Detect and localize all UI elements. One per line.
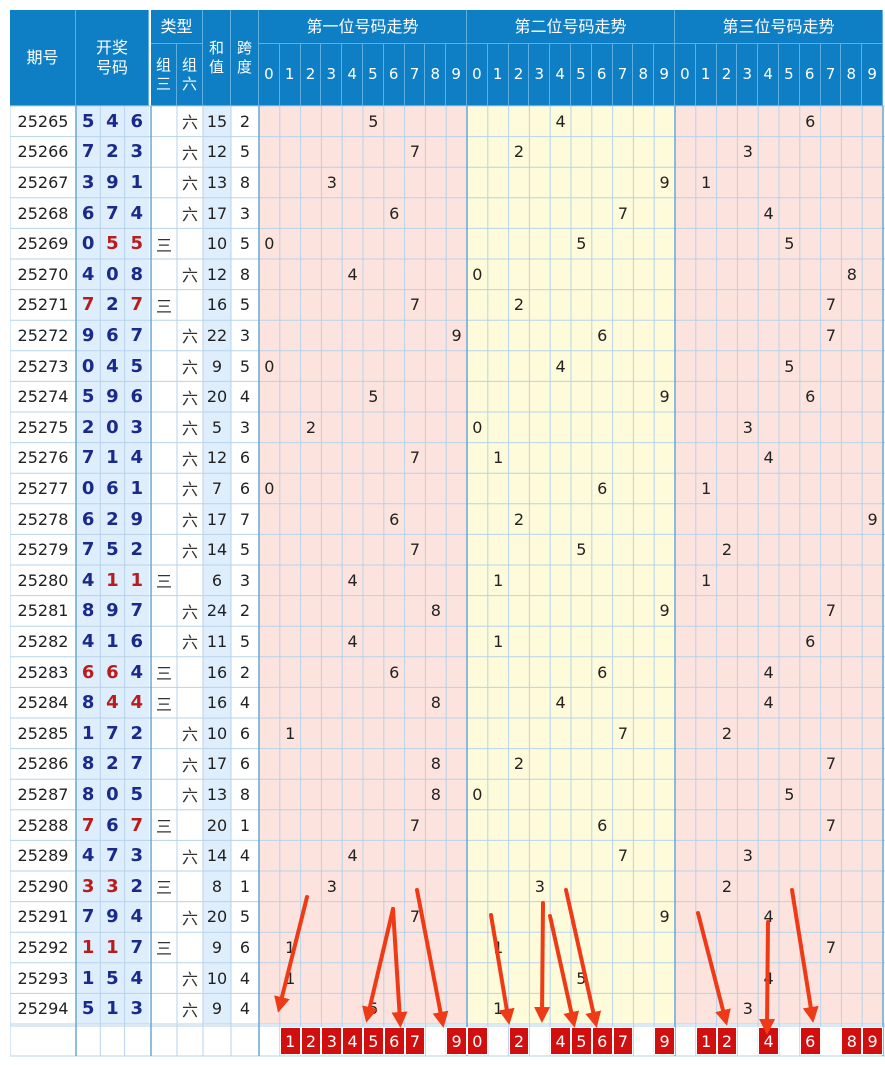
annotation-arrows xyxy=(274,888,819,1035)
annotation-arrow xyxy=(759,920,776,1035)
annotation-arrow xyxy=(415,888,449,1028)
annotation-arrow xyxy=(391,907,408,1028)
annotation-arrow xyxy=(489,913,515,1025)
annotation-arrow xyxy=(790,888,819,1023)
annotation-arrow xyxy=(534,901,551,1023)
lottery-trend-chart: 期号 开奖号码 类型 组三 组六 和值 跨度 第一位号码走势 0 1 2 3 4 5 6 7 8 9 第二位号码走势… xyxy=(10,10,885,1062)
annotation-arrow xyxy=(548,914,580,1028)
annotation-arrow xyxy=(274,895,309,1013)
annotation-arrow xyxy=(362,907,395,1023)
annotation-arrow xyxy=(696,911,731,1026)
